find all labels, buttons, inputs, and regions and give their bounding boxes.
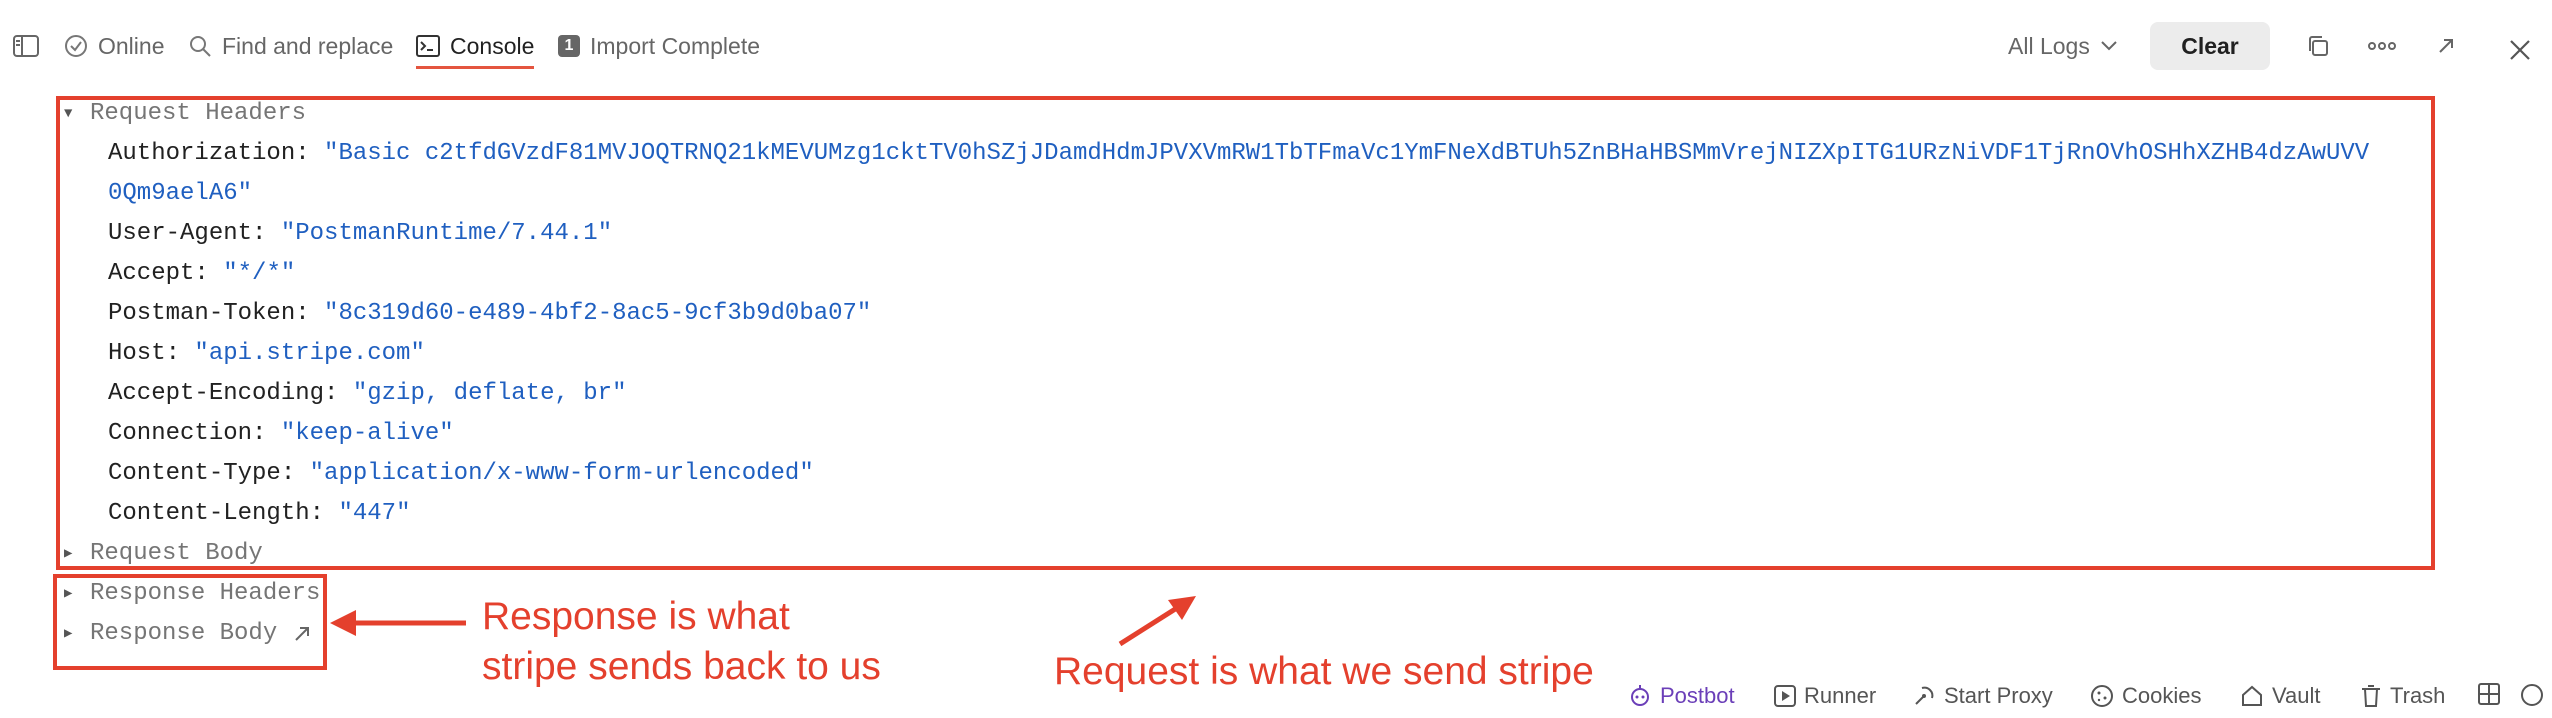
request-annotation-text: Request is what we send stripe xyxy=(1054,650,1594,693)
chevron-down-icon xyxy=(2101,41,2117,51)
cookies-label: Cookies xyxy=(2122,683,2202,708)
import-complete-status[interactable]: 1 Import Complete xyxy=(558,28,760,64)
runner-label: Runner xyxy=(1804,683,1877,708)
find-replace-label: Find and replace xyxy=(222,32,394,59)
search-icon xyxy=(190,36,211,57)
cookies-button[interactable]: Cookies xyxy=(2090,683,2201,709)
logs-filter-value: All Logs xyxy=(2008,32,2090,59)
postbot-label: Postbot xyxy=(1660,683,1735,708)
check-circle-icon xyxy=(65,35,87,57)
tab-console[interactable]: Console xyxy=(416,28,534,64)
trash-button[interactable]: Trash xyxy=(2360,683,2445,709)
online-label: Online xyxy=(98,32,165,59)
cookie-icon xyxy=(2091,685,2113,707)
response-annotation-box xyxy=(53,574,327,670)
start-proxy-label: Start Proxy xyxy=(1944,683,2053,708)
vault-label: Vault xyxy=(2272,683,2321,708)
import-count-badge: 1 xyxy=(558,35,580,57)
response-annotation-line1: Response is what xyxy=(482,595,790,638)
runner-button[interactable]: Runner xyxy=(1774,683,1876,709)
layout-toggle-icon[interactable] xyxy=(2478,683,2500,705)
response-annotation-line2: stripe sends back to us xyxy=(482,645,881,688)
online-status[interactable]: Online xyxy=(64,28,164,64)
vault-button[interactable]: Vault xyxy=(2240,683,2321,709)
request-annotation-box xyxy=(56,96,2435,570)
copy-icon[interactable] xyxy=(2300,28,2336,64)
proxy-icon xyxy=(1915,686,1934,705)
start-proxy-button[interactable]: Start Proxy xyxy=(1912,683,2053,709)
help-icon[interactable] xyxy=(2520,683,2544,707)
terminal-icon xyxy=(416,35,440,57)
close-icon[interactable] xyxy=(2502,32,2538,68)
find-replace-button[interactable]: Find and replace xyxy=(188,28,393,64)
arrow-to-response-icon xyxy=(330,610,466,636)
expand-icon[interactable] xyxy=(2428,28,2464,64)
vault-icon xyxy=(2242,685,2262,706)
more-options-icon[interactable] xyxy=(2364,28,2400,64)
arrow-to-request-icon xyxy=(1118,596,1196,647)
sidebar-toggle-icon[interactable] xyxy=(8,28,44,64)
logs-filter-dropdown[interactable]: All Logs xyxy=(2008,28,2118,64)
postbot-icon xyxy=(1631,685,1649,706)
active-tab-indicator xyxy=(416,66,534,69)
import-label: Import Complete xyxy=(590,32,761,59)
clear-button[interactable]: Clear xyxy=(2150,22,2270,70)
response-annotation-text: Response is what stripe sends back to us xyxy=(482,592,881,692)
play-icon xyxy=(1774,685,1796,707)
trash-label: Trash xyxy=(2390,683,2446,708)
console-label: Console xyxy=(450,32,535,59)
postbot-button[interactable]: Postbot xyxy=(1628,683,1735,709)
trash-icon xyxy=(2362,685,2380,707)
